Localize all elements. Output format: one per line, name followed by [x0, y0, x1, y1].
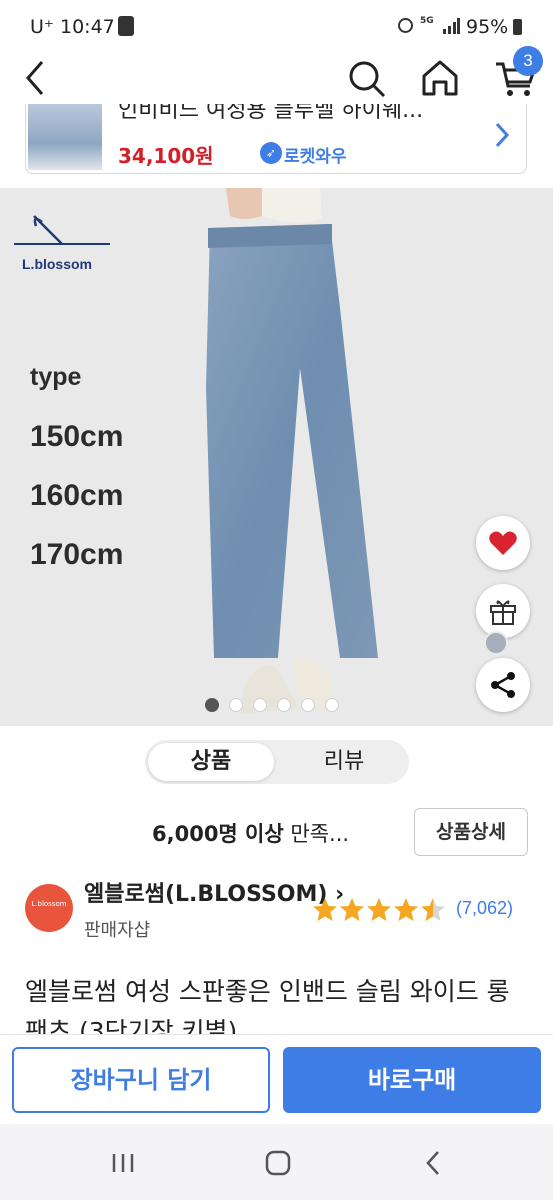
- home-button[interactable]: [418, 56, 462, 100]
- star-full-icon: [367, 898, 391, 921]
- star-full-icon: [394, 898, 418, 921]
- product-detail-button[interactable]: 상품상세: [414, 808, 528, 856]
- gift-icon: [490, 600, 516, 625]
- search-icon: [349, 61, 386, 98]
- gift-button[interactable]: [476, 584, 530, 638]
- top-nav-bar: [0, 52, 553, 104]
- seller-name-link[interactable]: 엘블로썸(L.BLOSSOM) ›: [84, 876, 344, 908]
- carousel-dot[interactable]: [325, 698, 339, 712]
- satisfaction-suffix: 만족...: [283, 822, 350, 846]
- system-navigation-bar: [0, 1124, 553, 1200]
- add-to-cart-button[interactable]: 장바구니 담기: [12, 1047, 270, 1113]
- status-bar: U⁺ 10:47 5G 95%: [0, 0, 553, 52]
- alarm-icon: [398, 18, 413, 33]
- carousel-dot[interactable]: [277, 698, 291, 712]
- rocket-wow-badge: 로켓와우: [284, 147, 347, 167]
- satisfaction-summary: 6,000명 이상 만족...: [152, 818, 349, 848]
- seller-type: 판매자샵: [84, 920, 151, 941]
- back-chevron-icon: [426, 1151, 439, 1175]
- product-image-carousel[interactable]: L.blossom type 150cm 160cm 170cm: [0, 188, 553, 726]
- cart-count-badge: 3: [513, 46, 543, 76]
- detail-tabs: 상품 리뷰: [145, 740, 409, 784]
- wishlist-button[interactable]: [476, 516, 530, 570]
- carrier-label: U⁺: [30, 16, 54, 38]
- star-full-icon: [340, 898, 364, 921]
- carousel-dot[interactable]: [229, 698, 243, 712]
- rocket-icon: ➶: [260, 142, 282, 164]
- back-arrow-icon: [26, 61, 44, 95]
- purchase-action-bar: 장바구니 담기 바로구매: [0, 1034, 553, 1124]
- mini-product-bar[interactable]: 인비비드 여성용 블루벨 하이웨... 34,100원 ➶ 로켓와우: [25, 104, 527, 174]
- buy-now-button[interactable]: 바로구매: [283, 1047, 541, 1113]
- home-square-icon: [265, 1150, 291, 1176]
- home-icon: [422, 60, 458, 96]
- share-icon: [491, 672, 515, 698]
- system-home-button[interactable]: [261, 1146, 295, 1180]
- review-count[interactable]: (7,062): [456, 898, 513, 919]
- recent-apps-icon: [112, 1154, 134, 1172]
- heart-icon: [489, 531, 517, 555]
- clock: 10:47: [60, 16, 115, 38]
- battery-level: 95%: [466, 16, 509, 38]
- share-button[interactable]: [476, 658, 530, 712]
- mini-product-price: 34,100원: [118, 144, 214, 168]
- network-type: 5G: [420, 16, 434, 26]
- chevron-right-icon: [495, 122, 510, 148]
- mini-product-thumbnail: [28, 104, 102, 170]
- system-back-button[interactable]: [416, 1146, 450, 1180]
- tab-review[interactable]: 리뷰: [281, 743, 407, 781]
- satisfaction-count: 6,000명 이상: [152, 822, 284, 846]
- seller-name: 엘블로썸(L.BLOSSOM): [84, 882, 328, 907]
- seller-avatar[interactable]: L.blossom: [25, 884, 73, 932]
- size-heading: type: [30, 363, 82, 391]
- size-option: 150cm: [30, 420, 124, 453]
- mini-product-title: 인비비드 여성용 블루벨 하이웨...: [118, 104, 424, 123]
- search-button[interactable]: [344, 56, 388, 100]
- battery-icon: [513, 19, 522, 35]
- signal-icon: [443, 18, 460, 34]
- pay-icon: [118, 16, 134, 36]
- star-half-icon: [421, 898, 445, 921]
- tab-product[interactable]: 상품: [148, 743, 274, 781]
- seller-rating-stars: [312, 897, 452, 923]
- brand-logo-text: L.blossom: [22, 256, 93, 272]
- star-full-icon: [313, 898, 337, 921]
- carousel-dot[interactable]: [205, 698, 219, 712]
- carousel-dot[interactable]: [301, 698, 315, 712]
- carousel-indicator-dot: [484, 631, 508, 655]
- seller-logo-text: L.blossom: [31, 900, 67, 908]
- size-option: 160cm: [30, 479, 124, 512]
- recent-apps-button[interactable]: [106, 1146, 140, 1180]
- size-option: 170cm: [30, 538, 124, 571]
- back-button[interactable]: [14, 56, 58, 100]
- carousel-dot[interactable]: [253, 698, 267, 712]
